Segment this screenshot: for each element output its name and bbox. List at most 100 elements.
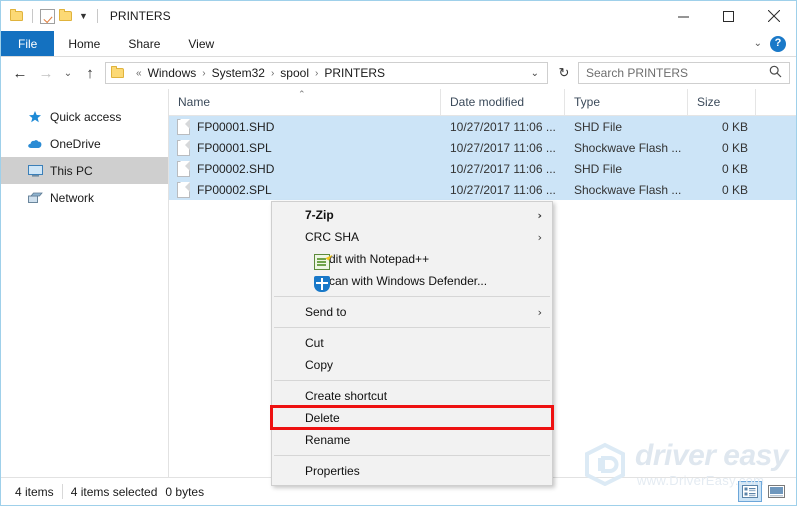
table-row[interactable]: FP00002.SPL 10/27/2017 11:06 ... Shockwa… [169, 179, 796, 200]
menu-item-label: 7-Zip [305, 208, 334, 222]
sidebar-item-quick-access[interactable]: Quick access [1, 103, 169, 130]
large-icons-view-button[interactable] [764, 481, 788, 502]
sidebar-item-onedrive[interactable]: OneDrive [1, 130, 169, 157]
search-input[interactable] [579, 65, 762, 81]
chevron-right-icon: › [537, 209, 542, 222]
file-icon [177, 161, 190, 177]
menu-item-label: Delete [305, 411, 340, 425]
search-box[interactable] [578, 62, 790, 84]
breadcrumb-separator-1[interactable]: › [197, 68, 210, 79]
table-row[interactable]: FP00002.SHD 10/27/2017 11:06 ... SHD Fil… [169, 158, 796, 179]
menu-item-label: Create shortcut [305, 389, 387, 403]
menu-item-label: Scan with Windows Defender... [321, 274, 487, 288]
sidebar-item-network[interactable]: Network [1, 184, 169, 211]
breadcrumb-item-system32[interactable]: System32 [211, 66, 266, 80]
menu-item-edit-with-notepadpp[interactable]: Edit with Notepad++ [272, 248, 552, 270]
monitor-icon [27, 163, 43, 179]
view-buttons [738, 481, 788, 502]
back-button[interactable]: ← [7, 60, 33, 86]
close-button[interactable] [751, 1, 796, 31]
help-icon[interactable]: ? [770, 36, 786, 52]
file-type: Shockwave Flash ... [565, 141, 688, 155]
column-header-label: Name [178, 95, 210, 109]
chevron-right-icon: › [538, 306, 542, 319]
menu-separator [274, 380, 550, 381]
breadcrumb-separator-3[interactable]: › [310, 68, 323, 79]
menu-item-create-shortcut[interactable]: Create shortcut [272, 385, 552, 407]
ribbon-tabs: File Home Share View ⌄ ? [1, 31, 796, 57]
menu-item-label: Rename [305, 433, 350, 447]
breadcrumb-item-spool[interactable]: spool [279, 66, 310, 80]
status-selection-count: 4 items selected [63, 485, 166, 499]
column-header-label: Size [697, 95, 720, 109]
star-icon [27, 109, 43, 125]
file-type: SHD File [565, 162, 688, 176]
menu-item-cut[interactable]: Cut [272, 332, 552, 354]
forward-button[interactable]: → [33, 60, 59, 86]
menu-item-delete[interactable]: Delete [272, 407, 552, 429]
address-bar: ← → ⌄ ↑ « Windows › System32 › spool › P… [1, 57, 796, 89]
folder-icon-breadcrumb [110, 66, 126, 80]
properties-icon[interactable] [40, 9, 55, 24]
file-date: 10/27/2017 11:06 ... [441, 162, 565, 176]
menu-item-copy[interactable]: Copy [272, 354, 552, 376]
menu-item-label: CRC SHA [305, 230, 359, 244]
refresh-button[interactable]: ↻ [552, 62, 576, 84]
minimize-button[interactable] [661, 1, 706, 31]
tab-view[interactable]: View [174, 31, 228, 56]
menu-item-delete-wrapper: Delete [272, 407, 552, 429]
tab-file[interactable]: File [1, 31, 54, 56]
cloud-icon [27, 136, 43, 152]
sort-ascending-icon: ⌃ [298, 90, 306, 99]
new-folder-icon[interactable] [58, 9, 74, 23]
sidebar-item-this-pc[interactable]: This PC [1, 157, 169, 184]
breadcrumb-item-windows[interactable]: Windows [147, 66, 198, 80]
file-name: FP00002.SHD [197, 162, 274, 176]
breadcrumb-item-printers[interactable]: PRINTERS [323, 66, 386, 80]
table-row[interactable]: FP00001.SPL 10/27/2017 11:06 ... Shockwa… [169, 137, 796, 158]
column-header-spacer [756, 89, 796, 115]
search-icon[interactable] [762, 65, 789, 81]
sidebar-item-label: OneDrive [50, 137, 101, 151]
file-type: SHD File [565, 120, 688, 134]
menu-item-7zip[interactable]: 7-Zip › [272, 204, 552, 226]
folder-icon[interactable] [9, 9, 25, 23]
column-header-name[interactable]: Name ⌃ [169, 89, 441, 115]
file-size: 0 KB [688, 183, 756, 197]
chevron-down-icon-address[interactable]: ⌄ [523, 68, 547, 79]
details-view-button[interactable] [738, 481, 762, 502]
file-type: Shockwave Flash ... [565, 183, 688, 197]
table-row[interactable]: FP00001.SHD 10/27/2017 11:06 ... SHD Fil… [169, 116, 796, 137]
breadcrumb-separator-2[interactable]: › [266, 68, 279, 79]
chevron-down-icon[interactable]: ▼ [77, 12, 90, 21]
tab-share[interactable]: Share [114, 31, 174, 56]
menu-item-scan-with-windows-defender[interactable]: Scan with Windows Defender... [272, 270, 552, 292]
status-selection-size: 0 bytes [165, 485, 212, 499]
maximize-button[interactable] [706, 1, 751, 31]
menu-item-label: Cut [305, 336, 324, 350]
file-size: 0 KB [688, 141, 756, 155]
up-button[interactable]: ↑ [77, 60, 103, 86]
menu-item-label: Send to [305, 305, 346, 319]
menu-item-crc-sha[interactable]: CRC SHA › [272, 226, 552, 248]
chevron-down-icon-ribbon[interactable]: ⌄ [754, 38, 762, 49]
ribbon-right-controls: ⌄ ? [754, 31, 792, 56]
menu-separator [274, 296, 550, 297]
menu-item-rename[interactable]: Rename [272, 429, 552, 451]
tab-home[interactable]: Home [54, 31, 114, 56]
menu-separator [274, 455, 550, 456]
file-explorer-window: ▼ PRINTERS File Home Share View ⌄ ? ← → [0, 0, 797, 506]
menu-item-properties[interactable]: Properties [272, 460, 552, 482]
column-header-label: Type [574, 95, 600, 109]
status-item-count: 4 items [7, 485, 62, 499]
quick-access-toolbar: ▼ [1, 9, 102, 24]
recent-locations-button[interactable]: ⌄ [59, 60, 77, 86]
menu-item-send-to[interactable]: Send to › [272, 301, 552, 323]
file-date: 10/27/2017 11:06 ... [441, 120, 565, 134]
column-header-type[interactable]: Type [565, 89, 688, 115]
column-header-size[interactable]: Size [688, 89, 756, 115]
toolbar-divider [32, 9, 33, 23]
column-header-date-modified[interactable]: Date modified [441, 89, 565, 115]
context-menu: 7-Zip › CRC SHA › Edit with Notepad++ Sc… [271, 201, 553, 486]
breadcrumb[interactable]: « Windows › System32 › spool › PRINTERS … [105, 62, 548, 84]
